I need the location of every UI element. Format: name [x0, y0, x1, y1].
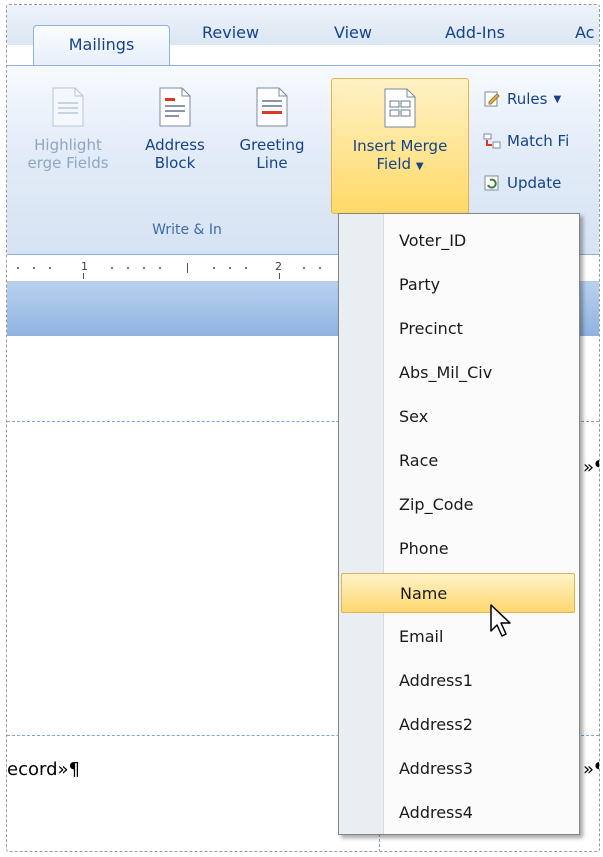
address-block-icon [159, 87, 191, 127]
match-fields-icon [483, 133, 501, 149]
update-labels-button[interactable]: Update [483, 174, 561, 192]
update-labels-icon [484, 175, 499, 191]
highlight-merge-fields-button[interactable]: Highlight erge Fields [7, 86, 129, 172]
highlight-label-line2: erge Fields [27, 154, 109, 172]
menu-item-voter-id[interactable]: Voter_ID [341, 221, 575, 261]
address-block-button[interactable]: Address Block [135, 86, 215, 172]
tab-add-ins[interactable]: Add-Ins [445, 23, 505, 42]
menu-item-race[interactable]: Race [341, 441, 575, 481]
rules-icon [484, 91, 500, 107]
insert-label-line2: Field ▼ [376, 155, 424, 173]
tab-review[interactable]: Review [202, 23, 259, 42]
menu-item-name[interactable]: Name [341, 573, 575, 613]
insert-merge-field-icon [384, 88, 416, 128]
greeting-label-line2: Line [256, 154, 288, 172]
insert-label-line1: Insert Merge [352, 137, 448, 155]
highlight-fields-icon [52, 87, 84, 127]
greeting-line-icon [256, 87, 288, 127]
menu-item-precinct[interactable]: Precinct [341, 309, 575, 349]
ribbon-group-label: Write & In [152, 222, 222, 238]
menu-item-phone[interactable]: Phone [341, 529, 575, 569]
menu-item-email[interactable]: Email [341, 617, 575, 657]
greeting-line-button[interactable]: Greeting Line [219, 86, 325, 172]
menu-item-abs-mil-civ[interactable]: Abs_Mil_Civ [341, 353, 575, 393]
insert-merge-field-button[interactable]: Insert Merge Field ▼ [331, 78, 469, 214]
update-labels-label: Update [507, 174, 562, 192]
match-fields-button[interactable]: Match Fi [483, 132, 569, 150]
menu-item-address3[interactable]: Address3 [341, 749, 575, 789]
menu-item-address4[interactable]: Address4 [341, 793, 575, 833]
menu-item-sex[interactable]: Sex [341, 397, 575, 437]
menu-item-address2[interactable]: Address2 [341, 705, 575, 745]
right-field-text-1: »¶ [583, 457, 599, 478]
right-field-text-2: »¶ [583, 759, 599, 780]
address-label-line1: Address [145, 136, 205, 154]
tab-mailings[interactable]: Mailings [33, 25, 170, 67]
ruler-number-1: 1 [81, 260, 88, 273]
rules-label: Rules [507, 90, 548, 108]
menu-item-party[interactable]: Party [341, 265, 575, 305]
mouse-pointer-icon [490, 604, 511, 637]
highlight-label-line1: Highlight [34, 136, 102, 154]
menu-item-zip-code[interactable]: Zip_Code [341, 485, 575, 525]
address-label-line2: Block [154, 154, 196, 172]
match-fields-label: Match Fi [507, 132, 570, 150]
rules-button[interactable]: Rules ▼ [483, 90, 561, 108]
rules-dropdown-icon: ▼ [553, 93, 562, 105]
tab-view[interactable]: View [334, 23, 372, 42]
dropdown-arrow-icon: ▼ [415, 161, 424, 172]
tab-partial[interactable]: Ac [575, 23, 594, 42]
menu-item-address1[interactable]: Address1 [341, 661, 575, 701]
ribbon-tab-bar: Mailings Review View Add-Ins Ac [7, 5, 599, 67]
next-record-field-text: ecord»¶ [7, 759, 80, 780]
merge-field-dropdown-menu: Voter_ID Party Precinct Abs_Mil_Civ Sex … [338, 213, 580, 835]
greeting-label-line1: Greeting [239, 136, 305, 154]
word-window: Mailings Review View Add-Ins Ac Highligh… [6, 4, 600, 852]
ruler-number-2: 2 [275, 260, 282, 273]
